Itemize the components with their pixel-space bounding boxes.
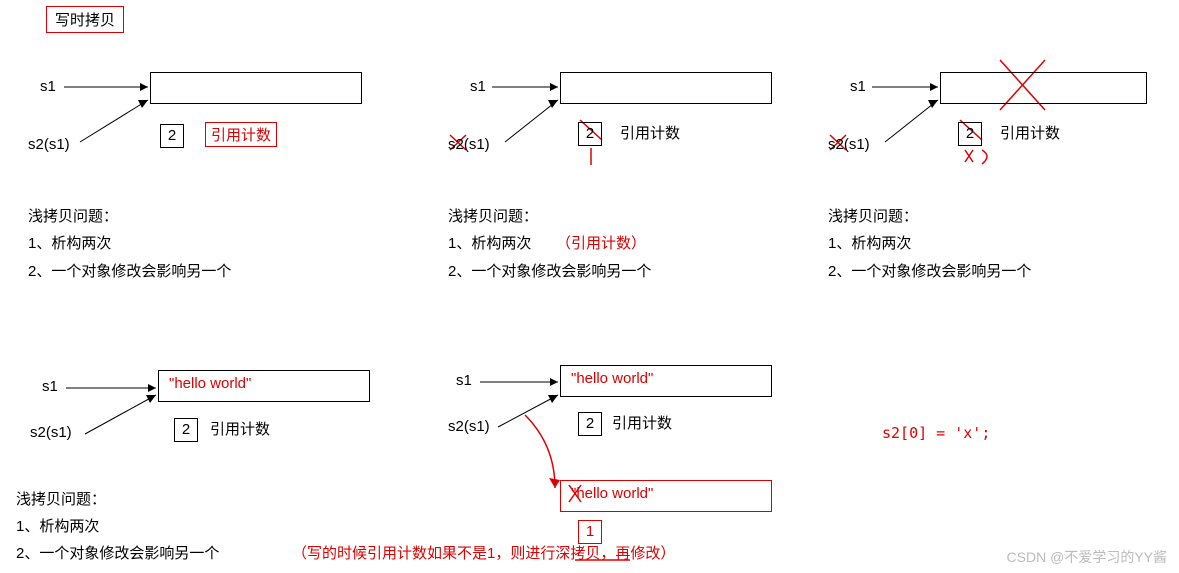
p1-issue-2: 2、一个对象修改会影响另一个 bbox=[28, 260, 231, 281]
p5-count-bot: 1 bbox=[578, 520, 602, 544]
p2-issue-1-a: 1、析构两次 bbox=[448, 232, 531, 253]
p1-issue-1: 1、析构两次 bbox=[28, 232, 111, 253]
p4-rect: "hello world" bbox=[158, 370, 370, 402]
p4-s2: s2(s1) bbox=[30, 424, 72, 441]
p4-issue-2: 2、一个对象修改会影响另一个 bbox=[16, 542, 219, 563]
p2-s2: s2(s1) bbox=[448, 136, 490, 153]
p4-ref: 引用计数 bbox=[210, 418, 270, 439]
p5-rect-bot: "hello world" bbox=[560, 480, 772, 512]
p5-s2: s2(s1) bbox=[448, 418, 490, 435]
p5-rect-top: "hello world" bbox=[560, 365, 772, 397]
p3-issue-2: 2、一个对象修改会影响另一个 bbox=[828, 260, 1031, 281]
p3-s1: s1 bbox=[850, 78, 866, 95]
p3-ref: 引用计数 bbox=[1000, 122, 1060, 143]
p5-ref-top: 引用计数 bbox=[612, 412, 672, 433]
p2-issue-h: 浅拷贝问题： bbox=[448, 205, 538, 226]
p5-hello-top: "hello world" bbox=[571, 370, 653, 387]
p4-hello: "hello world" bbox=[169, 375, 251, 392]
p3-issue-h: 浅拷贝问题： bbox=[828, 205, 918, 226]
p5-s1: s1 bbox=[456, 372, 472, 389]
p2-ref: 引用计数 bbox=[620, 122, 680, 143]
p3-issue-1: 1、析构两次 bbox=[828, 232, 911, 253]
p2-issue-2: 2、一个对象修改会影响另一个 bbox=[448, 260, 651, 281]
p5-hello-bot: "hello world" bbox=[571, 485, 653, 502]
p5-count-top: 2 bbox=[578, 412, 602, 436]
p1-rect bbox=[150, 72, 362, 104]
p2-rect bbox=[560, 72, 772, 104]
p4-count: 2 bbox=[174, 418, 198, 442]
title-text: 写时拷贝 bbox=[55, 12, 115, 29]
p1-ref-text: 引用计数 bbox=[211, 127, 271, 144]
code-line: s2[0] = 'x'; bbox=[882, 424, 990, 442]
p4-issue-1: 1、析构两次 bbox=[16, 515, 99, 536]
p1-s2: s2(s1) bbox=[28, 136, 70, 153]
watermark: CSDN @不爱学习的YY酱 bbox=[1007, 547, 1167, 567]
p3-count: 2 bbox=[958, 122, 982, 146]
p3-rect bbox=[940, 72, 1147, 104]
p3-s2: s2(s1) bbox=[828, 136, 870, 153]
p4-s1: s1 bbox=[42, 378, 58, 395]
p2-s1: s1 bbox=[470, 78, 486, 95]
p1-count: 2 bbox=[160, 124, 184, 148]
title-box: 写时拷贝 bbox=[46, 6, 124, 33]
p1-ref-label: 引用计数 bbox=[205, 122, 277, 147]
footnote: （写的时候引用计数如果不是1，则进行深拷贝，再修改） bbox=[292, 542, 675, 563]
p1-s1: s1 bbox=[40, 78, 56, 95]
p1-issue-h: 浅拷贝问题： bbox=[28, 205, 118, 226]
p2-issue-1-b: （引用计数） bbox=[556, 232, 646, 253]
p2-count: 2 bbox=[578, 122, 602, 146]
p4-issue-h: 浅拷贝问题： bbox=[16, 488, 106, 509]
